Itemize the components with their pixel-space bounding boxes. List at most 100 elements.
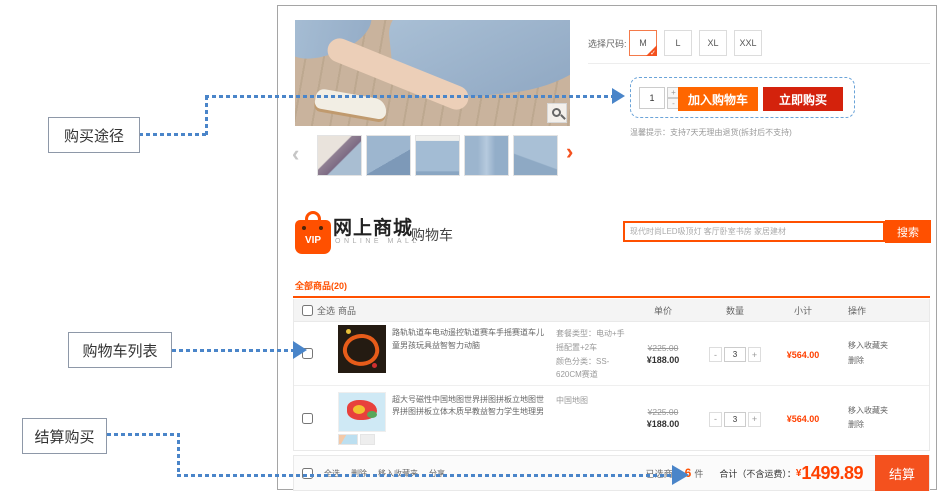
annotation-checkout: 结算购买 xyxy=(22,418,107,454)
annotation-buy-path: 购买途径 xyxy=(48,117,140,153)
mini-thumbnail xyxy=(360,434,375,445)
size-option-l-label: L xyxy=(675,38,680,48)
bag-body-icon: VIP xyxy=(295,220,331,254)
qty-plus-icon[interactable]: + xyxy=(748,347,761,362)
size-option-xxl-label: XXL xyxy=(739,38,756,48)
buy-action-group: 1 + - 加入购物车 立即购买 xyxy=(630,77,855,118)
buy-now-button[interactable]: 立即购买 xyxy=(763,87,843,111)
move-to-favorites-link[interactable]: 移入收藏夹 xyxy=(848,339,929,353)
track-dot-icon xyxy=(346,329,351,334)
selected-items-unit: 件 xyxy=(694,467,703,480)
zoom-handle-icon xyxy=(560,114,566,120)
track-dot-icon xyxy=(372,363,377,368)
cart-table-header: 全选 商品 单价 数量 小计 操作 xyxy=(294,299,929,322)
size-option-m[interactable]: M ✓ xyxy=(629,30,657,56)
qty-value[interactable]: 3 xyxy=(724,412,746,427)
cart-row-map-puzzle: 超大号磁性中国地图世界拼图拼板立地图世界拼图拼板立体木质早教益智力学生地理男 中… xyxy=(294,386,929,450)
annotation-cart-list: 购物车列表 xyxy=(68,332,172,368)
arrowhead-cart-list-icon xyxy=(293,341,307,359)
sandal-shape xyxy=(314,88,388,120)
total-label: 合计（不含运费）： xyxy=(719,467,796,480)
product-title-link[interactable]: 超大号磁性中国地图世界拼图拼板立地图世界拼图拼板立体木质早教益智力学生地理男 xyxy=(392,392,550,419)
cart-table: 全选 商品 单价 数量 小计 操作 路轨 xyxy=(293,299,930,451)
add-to-cart-button[interactable]: 加入购物车 xyxy=(678,87,758,111)
col-actions: 操作 xyxy=(848,306,866,316)
select-all-checkbox[interactable] xyxy=(302,305,313,316)
product-thumbnail[interactable] xyxy=(513,135,558,176)
arrow-line-buy-path-2 xyxy=(205,96,208,136)
arrow-line-cart-list xyxy=(172,349,294,352)
bag-eye-icon xyxy=(319,226,323,230)
zoom-icon[interactable] xyxy=(547,103,567,123)
product-title-link[interactable]: 路轨轨道车电动遥控轨道赛车手摇赛道车儿童男孩玩具益智智力动脑 xyxy=(392,325,550,352)
checkout-button[interactable]: 结算 xyxy=(875,455,929,491)
col-subtotal: 小计 xyxy=(794,306,812,316)
row-checkbox[interactable] xyxy=(302,413,313,424)
search-input[interactable] xyxy=(623,221,885,242)
col-quantity: 数量 xyxy=(726,306,744,316)
select-all-label: 全选 xyxy=(317,304,335,317)
qty-value[interactable]: 3 xyxy=(724,347,746,362)
tab-all-products[interactable]: 全部商品(20) xyxy=(295,279,347,292)
thumbnail-strip xyxy=(317,135,558,176)
size-options: M ✓ L XL XXL xyxy=(629,30,762,56)
col-unit-price: 单价 xyxy=(654,306,672,316)
size-option-l[interactable]: L xyxy=(664,30,692,56)
cart-footer-bar: 全选 删除 移入收藏夹 分享 已选商品 6 件 合计（不含运费）： ¥ 1499… xyxy=(293,455,930,491)
size-option-xl[interactable]: XL xyxy=(699,30,727,56)
map-region-shape xyxy=(353,405,365,414)
spec-line: 套餐类型：电动+手摇配置+2车 xyxy=(556,327,628,354)
annotation-cart-list-label: 购物车列表 xyxy=(82,340,157,361)
search-button[interactable]: 搜索 xyxy=(885,220,931,243)
delete-link[interactable]: 删除 xyxy=(848,418,929,432)
carousel-next-icon[interactable]: › xyxy=(566,142,573,162)
annotation-checkout-label: 结算购买 xyxy=(34,426,94,447)
row-subtotal: ¥564.00 xyxy=(787,350,820,360)
original-price: ¥225.00 xyxy=(628,407,698,417)
product-specs: 套餐类型：电动+手摇配置+2车 颜色分类：SS-620CM赛道 xyxy=(556,325,628,381)
arrowhead-buy-path-icon xyxy=(612,88,625,104)
page: 购买途径 购物车列表 结算购买 ‹ xyxy=(0,0,940,495)
section-divider xyxy=(588,63,930,64)
original-price: ¥225.00 xyxy=(628,343,698,353)
product-thumbnail[interactable] xyxy=(464,135,509,176)
checkmark-icon: ✓ xyxy=(650,49,656,57)
arrow-line-checkout-2 xyxy=(177,433,180,477)
quantity-input[interactable]: 1 xyxy=(639,87,665,109)
spec-line: 颜色分类：SS-620CM赛道 xyxy=(556,355,628,382)
product-thumbnail[interactable] xyxy=(366,135,411,176)
arrow-line-buy-path-1 xyxy=(139,133,207,136)
product-thumbnail[interactable] xyxy=(317,135,362,176)
qty-minus-icon[interactable]: - xyxy=(709,412,722,427)
current-price: ¥188.00 xyxy=(628,355,698,365)
carousel-prev-icon[interactable]: ‹ xyxy=(292,144,299,164)
arrow-line-checkout-1 xyxy=(107,433,180,436)
size-option-xxl[interactable]: XXL xyxy=(734,30,762,56)
arrow-line-buy-path-3 xyxy=(205,95,613,98)
cart-row-track-toy: 路轨轨道车电动遥控轨道赛车手摇赛道车儿童男孩玩具益智智力动脑 套餐类型：电动+手… xyxy=(294,322,929,386)
tab-underline xyxy=(293,296,930,298)
bag-eye-icon xyxy=(302,226,306,230)
shop-panel: ‹ › 选择尺码: M ✓ L XL XXL xyxy=(277,5,937,490)
product-image-map-puzzle[interactable] xyxy=(338,392,386,445)
delete-link[interactable]: 删除 xyxy=(848,354,929,368)
size-option-xl-label: XL xyxy=(707,38,718,48)
row-subtotal: ¥564.00 xyxy=(787,414,820,424)
product-image-track-toy[interactable] xyxy=(338,325,386,373)
mini-thumbnail xyxy=(338,434,358,445)
size-label: 选择尺码: xyxy=(588,37,627,50)
product-thumbnail[interactable] xyxy=(415,135,460,176)
product-main-image[interactable] xyxy=(295,20,570,126)
page-title: 购物车 xyxy=(411,225,453,245)
qty-minus-icon[interactable]: - xyxy=(709,347,722,362)
arrow-line-checkout-3 xyxy=(177,474,675,477)
move-to-favorites-link[interactable]: 移入收藏夹 xyxy=(848,404,929,418)
annotation-buy-path-label: 购买途径 xyxy=(64,125,124,146)
mall-logo-icon[interactable]: VIP xyxy=(295,211,331,255)
col-product: 商品 xyxy=(338,304,356,317)
qty-plus-icon[interactable]: + xyxy=(748,412,761,427)
total-amount: 1499.89 xyxy=(801,463,863,484)
current-price: ¥188.00 xyxy=(628,419,698,429)
arrowhead-checkout-icon xyxy=(672,465,689,485)
map-region-shape xyxy=(367,411,377,418)
